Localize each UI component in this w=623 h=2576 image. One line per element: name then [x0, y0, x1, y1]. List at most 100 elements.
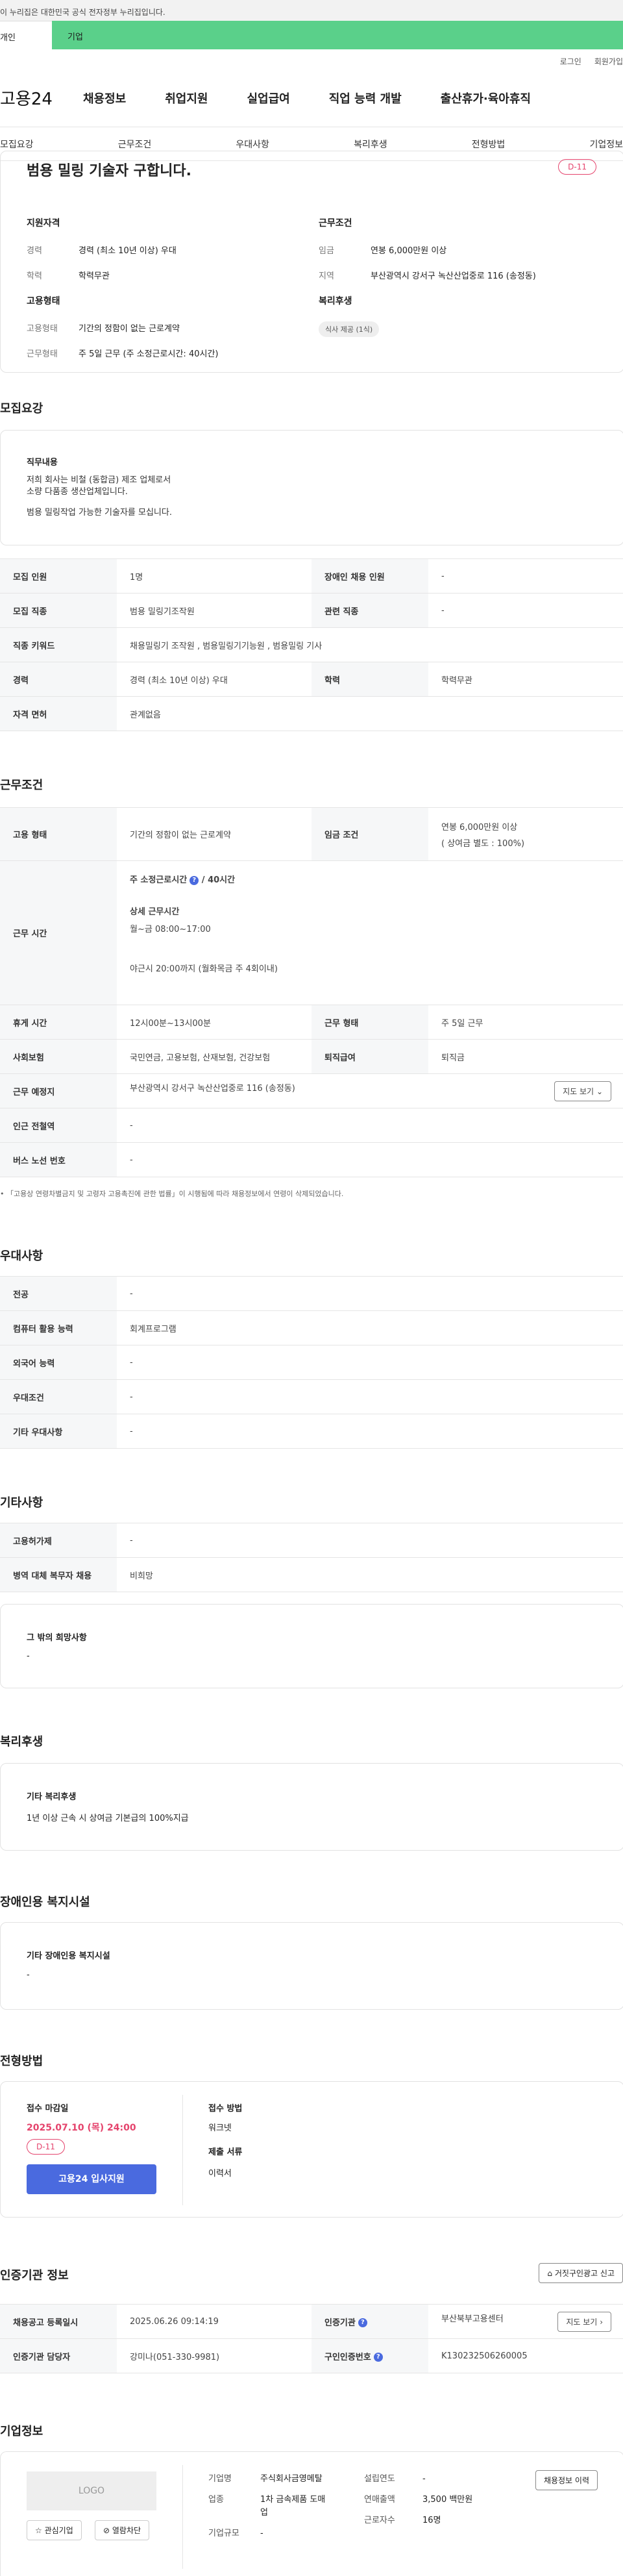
- recruit-table: 모집 인원 1명 장애인 채용 인원 - 모집 직종 범용 밀링기조작원 관련 직종 - 직…: [0, 558, 623, 731]
- field-value: 1차 금속제품 도매업: [260, 2495, 326, 2518]
- cell-label: 우대조건: [0, 1379, 117, 1414]
- tab-screening[interactable]: 전형방법: [472, 138, 506, 151]
- cell-value: -: [117, 1523, 623, 1558]
- cell-value: 기간의 정함이 없는 근로계약: [117, 807, 312, 861]
- disabled-box: 기타 장애인용 복지시설 -: [0, 1922, 623, 2010]
- company-fields-2: 설립연도 - 연매출액 3,500 백만원 근로자수 16명: [364, 2473, 472, 2535]
- method-label: 접수 방법: [208, 2104, 243, 2114]
- job-summary-card: 범용 밀링 기술자 구합니다. D-11 지원자격 경력 경력 (최소 10년 이…: [0, 151, 623, 373]
- work-place: 부산광역시 강서구 녹산산업중로 116 (송정동): [130, 1083, 295, 1094]
- cell-value: -: [428, 593, 623, 628]
- cert-label: 구인인증번호: [324, 2352, 371, 2362]
- utility-menu: 로그인 회원가입: [0, 49, 623, 69]
- cond-value: 연봉 6,000만원 이상: [371, 246, 447, 256]
- cell-value: 연봉 6,000만원 이상 ( 상여금 별도 : 100%): [428, 807, 623, 861]
- tab-benefit[interactable]: 복리후생: [354, 138, 387, 151]
- docs-value: 이력서: [208, 2169, 232, 2179]
- table-row: 고용허가제 -: [0, 1523, 623, 1558]
- global-nav: 고용24 채용정보 취업지원 실업급여 직업 능력 개발 출산휴가·육아휴직: [0, 69, 623, 127]
- site-logo[interactable]: 고용24: [0, 86, 83, 110]
- history-button[interactable]: 채용정보 이력: [535, 2470, 598, 2490]
- agency-table: 채용공고 등록일시 2025.06.26 09:14:19 인증기관? 부산북부고용센…: [0, 2304, 623, 2373]
- cell-label: 직종 키워드: [0, 627, 117, 662]
- cond-label: 지역: [319, 271, 334, 281]
- favorite-button[interactable]: ☆ 관심기업: [27, 2520, 82, 2540]
- divider: [182, 2095, 183, 2205]
- gnb-item-jobs[interactable]: 채용정보: [83, 90, 126, 106]
- signup-link[interactable]: 회원가입: [594, 56, 623, 69]
- cell-value: 12시00분~13시00분: [117, 1005, 312, 1040]
- table-row: 휴게 시간 12시00분~13시00분 근무 형태 주 5일 근무: [0, 1005, 623, 1040]
- table-row: 경력 경력 (최소 10년 이상) 우대 학력 학력무관: [0, 662, 623, 697]
- cell-value: -: [117, 1276, 623, 1311]
- report-button[interactable]: ⌂ 거짓구인광고 신고: [539, 2263, 623, 2283]
- table-row: 인증기관 담당자 강미나(051-330-9981) 구인인증번호? K1302325…: [0, 2338, 623, 2373]
- tab-work[interactable]: 근무조건: [118, 138, 152, 151]
- cell-value: -: [117, 1108, 623, 1143]
- tab-pref[interactable]: 우대사항: [236, 138, 269, 151]
- cell-label: 관련 직종: [312, 593, 428, 628]
- agency-map-label: 지도 보기: [566, 2317, 598, 2327]
- cell-label: 채용공고 등록일시: [0, 2304, 117, 2339]
- field-value: -: [422, 2474, 426, 2484]
- cell-label: 인증기관?: [312, 2304, 428, 2339]
- docs-label: 제출 서류: [208, 2147, 243, 2157]
- gnb-item-benefit[interactable]: 실업급여: [247, 90, 290, 106]
- tab-personal[interactable]: 개인: [0, 21, 52, 49]
- qualification-group: 지원자격 경력 경력 (최소 10년 이상) 우대 학력 학력무관: [27, 216, 177, 294]
- info-icon[interactable]: ?: [189, 875, 199, 885]
- cell-value: 부산광역시 강서구 녹산산업중로 116 (송정동) 지도 보기 ⌄: [117, 1073, 623, 1108]
- gnb-item-support[interactable]: 취업지원: [165, 90, 208, 106]
- benefit-text: 1년 이상 근속 시 상여금 기본급의 100%지급: [27, 1814, 189, 1823]
- weekly-hours-label: 주 소정근로시간: [130, 875, 188, 885]
- info-icon[interactable]: ?: [373, 2353, 383, 2362]
- emp-label: 근무형태: [27, 349, 58, 359]
- method-value: 워크넷: [208, 2123, 232, 2133]
- pref-table: 전공 - 컴퓨터 활용 능력 회계프로그램 외국어 능력 - 우대조건 - 기타 우대사…: [0, 1276, 623, 1449]
- cell-label: 고용 형태: [0, 807, 117, 861]
- agency-title: 인증기관 정보: [0, 2269, 69, 2282]
- bonus-value: ( 상여금 별도 : 100%): [441, 838, 525, 849]
- benefit-title: 복리후생: [0, 1735, 43, 1749]
- favorite-label: 관심기업: [44, 2526, 73, 2535]
- qual-label: 경력: [27, 246, 42, 256]
- report-button-label: 거짓구인광고 신고: [554, 2269, 615, 2278]
- emp-value: 기간의 정함이 없는 근로계약: [79, 324, 180, 334]
- login-link[interactable]: 로그인: [560, 56, 581, 69]
- welfare-title: 복리후생: [319, 296, 352, 306]
- cell-value: -: [117, 1345, 623, 1380]
- table-row: 모집 직종 범용 밀링기조작원 관련 직종 -: [0, 593, 623, 628]
- wage-value: 연봉 6,000만원 이상: [441, 822, 518, 832]
- gnb-item-parental[interactable]: 출산휴가·육아휴직: [441, 90, 531, 106]
- company-box: LOGO ☆ 관심기업 ⊘ 열람차단 기업명 주식회사금영메탈 업종 1차 금속제품…: [0, 2451, 623, 2576]
- cell-label: 근무 예정지: [0, 1073, 117, 1108]
- cell-value: -: [117, 1414, 623, 1449]
- table-row: 우대조건 -: [0, 1379, 623, 1414]
- info-icon[interactable]: ?: [358, 2318, 367, 2327]
- cell-value: 부산북부고용센터 지도 보기 ›: [428, 2304, 623, 2339]
- table-row: 채용공고 등록일시 2025.06.26 09:14:19 인증기관? 부산북부고용센…: [0, 2304, 623, 2339]
- cell-label: 외국어 능력: [0, 1345, 117, 1380]
- cell-label: 임금 조건: [312, 807, 428, 861]
- cell-value: 회계프로그램: [117, 1310, 623, 1345]
- tab-company[interactable]: 기업: [52, 21, 623, 49]
- cell-value: 1명: [117, 558, 312, 594]
- table-row: 외국어 능력 -: [0, 1345, 623, 1380]
- map-button[interactable]: 지도 보기 ⌄: [554, 1081, 611, 1101]
- chevron-down-icon: ⌄: [596, 1086, 603, 1096]
- screening-title: 전형방법: [0, 2055, 43, 2068]
- cell-label: 학력: [312, 662, 428, 697]
- cell-value: 학력무관: [428, 662, 623, 697]
- duty-text: 저희 회사는 비철 (동합금) 제조 업체로서 소량 다품종 생산업체입니다. …: [27, 475, 172, 519]
- field-label: 기업명: [208, 2474, 232, 2484]
- tab-recruit[interactable]: 모집요강: [0, 138, 34, 151]
- gov-banner-text: 이 누리집은 대한민국 공식 전자정부 누리집입니다.: [0, 8, 165, 17]
- work-title: 근무조건: [0, 779, 43, 792]
- tab-company-info[interactable]: 기업정보: [589, 138, 623, 151]
- agency-map-button[interactable]: 지도 보기 ›: [557, 2311, 611, 2332]
- detail-hours-title: 상세 근무시간: [130, 907, 180, 917]
- block-button[interactable]: ⊘ 열람차단: [95, 2520, 150, 2540]
- emp-value: 주 5일 근무 (주 소정근로시간: 40시간): [79, 349, 219, 359]
- apply-button[interactable]: 고용24 입사지원: [27, 2164, 156, 2194]
- gnb-item-training[interactable]: 직업 능력 개발: [329, 90, 402, 106]
